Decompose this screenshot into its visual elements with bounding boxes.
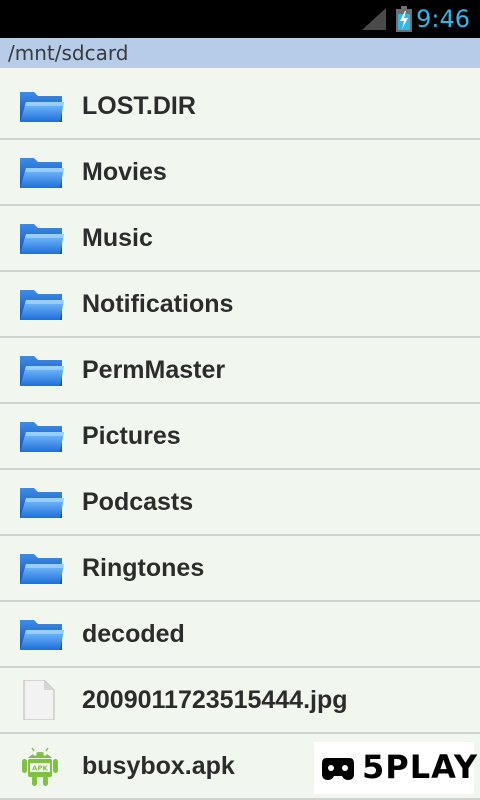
current-path: /mnt/sdcard: [8, 41, 129, 65]
file-name: Pictures: [82, 422, 181, 450]
file-list-item[interactable]: Ringtones: [0, 536, 480, 602]
watermark: 5PLAY: [314, 742, 477, 794]
file-name: Notifications: [82, 290, 234, 318]
file-name: LOST.DIR: [82, 92, 196, 120]
folder-icon: [18, 484, 66, 520]
file-list-item[interactable]: Movies: [0, 140, 480, 206]
folder-icon: [18, 88, 66, 124]
file-list-item[interactable]: Music: [0, 206, 480, 272]
folder-icon: [18, 154, 66, 190]
file-name: Movies: [82, 158, 167, 186]
file-name: PermMaster: [82, 356, 226, 384]
svg-text:APK: APK: [32, 765, 49, 773]
status-bar: 9:46: [0, 0, 480, 38]
file-name: busybox.apk: [82, 752, 235, 780]
file-list-item[interactable]: Notifications: [0, 272, 480, 338]
folder-icon: [18, 616, 66, 652]
battery-charging-icon: [396, 6, 412, 32]
file-list[interactable]: LOST.DIR Movies Music Notifications PermMast…: [0, 74, 480, 800]
file-name: Music: [82, 224, 153, 252]
file-name: Ringtones: [82, 554, 205, 582]
folder-icon: [18, 550, 66, 586]
folder-icon: [18, 220, 66, 256]
signal-icon: [362, 8, 386, 30]
file-list-item[interactable]: LOST.DIR: [0, 74, 480, 140]
file-list-item[interactable]: decoded: [0, 602, 480, 668]
file-name: Podcasts: [82, 488, 194, 516]
file-list-item[interactable]: Pictures: [0, 404, 480, 470]
file-name: 2009011723515444.jpg: [82, 686, 348, 714]
android-apk-icon: APK: [16, 746, 64, 786]
file-name: decoded: [82, 620, 185, 648]
folder-icon: [18, 418, 66, 454]
clock: 9:46: [416, 5, 470, 33]
file-icon: [14, 679, 62, 721]
folder-icon: [18, 352, 66, 388]
file-list-item[interactable]: 2009011723515444.jpg: [0, 668, 480, 734]
gamepad-logo-icon: [322, 758, 354, 780]
file-list-item[interactable]: Podcasts: [0, 470, 480, 536]
folder-icon: [18, 286, 66, 322]
watermark-text: 5PLAY: [362, 748, 478, 786]
path-bar: /mnt/sdcard: [0, 38, 480, 68]
file-list-item[interactable]: PermMaster: [0, 338, 480, 404]
